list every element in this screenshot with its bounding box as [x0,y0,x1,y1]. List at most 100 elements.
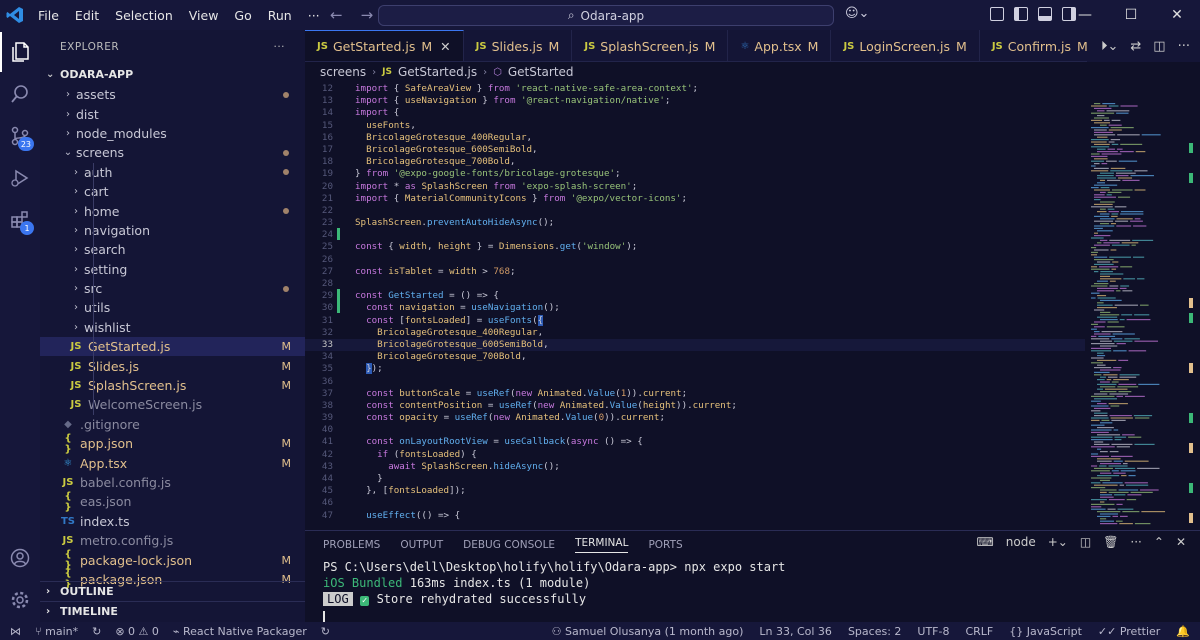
run-icon[interactable]: ⏵⌄ [1101,39,1118,54]
tree-folder[interactable]: › node_modules [40,124,305,143]
menu-run[interactable]: Run [260,8,300,23]
editor-tab[interactable]: ⚛ App.tsx M [728,30,832,61]
editor-tab[interactable]: JS Slides.js M [464,30,573,61]
menu-edit[interactable]: Edit [67,8,107,23]
prettier-status[interactable]: ✓✓ Prettier [1098,625,1160,638]
run-debug-icon[interactable] [0,158,40,198]
tab-terminal[interactable]: TERMINAL [575,537,629,553]
restore-icon[interactable]: ☐ [1108,0,1154,30]
editor-tab[interactable]: JS SplashScreen.js M [572,30,729,61]
remote-icon[interactable]: ⋈ [10,625,21,638]
tree-item-label: GetStarted.js [88,339,171,355]
breadcrumb-folder[interactable]: screens [320,65,366,79]
tree-folder[interactable]: › dist [40,104,305,123]
notifications-bell-icon[interactable]: 🔔 [1176,625,1190,638]
editor-tab[interactable]: JS GetStarted.js M ✕ [305,30,464,61]
copilot-icon[interactable]: ☺⌄ [845,6,869,21]
menu-view[interactable]: View [181,8,227,23]
tree-file[interactable]: JS Slides.js M [40,356,305,376]
toggle-sidebar-icon[interactable] [1014,7,1028,21]
packager-status[interactable]: ⌁ React Native Packager [173,625,307,638]
tree-file[interactable]: JS babel.config.js [40,473,305,492]
close-icon[interactable]: ✕ [1154,0,1200,30]
compare-changes-icon[interactable]: ⇄ [1130,39,1141,54]
minimap-line [1101,419,1110,421]
code-editor[interactable]: 12 import { SafeAreaView } from 'react-na… [305,83,1085,530]
more-actions-icon[interactable]: ··· [1178,39,1190,54]
customize-layout-icon[interactable] [990,7,1004,21]
tab-ports[interactable]: PORTS [648,539,682,551]
minimize-icon[interactable]: — [1062,0,1108,30]
split-terminal-icon[interactable]: ◫ [1080,535,1091,549]
command-center-search[interactable]: ⌕ Odara-app [378,5,834,26]
tree-file[interactable]: JS GetStarted.js M [40,337,305,357]
sync-icon[interactable]: ↻ [321,625,330,638]
breadcrumb-file[interactable]: GetStarted.js [398,65,477,79]
minimap-line [1094,371,1110,373]
tab-problems[interactable]: PROBLEMS [323,539,380,551]
menu-selection[interactable]: Selection [107,8,181,23]
tree-folder[interactable]: › navigation [40,220,305,241]
problems-indicator[interactable]: ⊗ 0 ⚠ 0 [115,625,159,638]
tab-output[interactable]: OUTPUT [400,539,443,551]
tree-file[interactable]: { } package-lock.json M [40,549,305,571]
outline-section[interactable]: › OUTLINE [40,581,305,601]
git-blame[interactable]: ⚇ Samuel Olusanya (1 month ago) [552,625,744,638]
source-control-icon[interactable]: 23 [0,116,40,156]
tree-folder[interactable]: › home [40,201,305,221]
tree-file[interactable]: { } app.json M [40,433,305,455]
line-ending[interactable]: CRLF [965,625,993,638]
tab-debug-console[interactable]: DEBUG CONSOLE [463,539,555,551]
menu-go[interactable]: Go [226,8,259,23]
tree-file[interactable]: { } eas.json [40,491,305,513]
tree-folder[interactable]: ⌄ screens [40,143,305,162]
tree-file[interactable]: ⚛ App.tsx M [40,453,305,472]
more-menu-icon[interactable]: ··· [300,8,328,23]
tree-folder[interactable]: › search [40,240,305,260]
editor-tab[interactable]: JS LoginScreen.js M [831,30,980,61]
explorer-more-icon[interactable]: ··· [273,41,285,53]
encoding[interactable]: UTF-8 [917,625,949,638]
tree-folder[interactable]: › utils [40,298,305,318]
tree-folder[interactable]: ›src [40,278,305,299]
language-mode[interactable]: {} JavaScript [1009,625,1082,638]
cursor-position[interactable]: Ln 33, Col 36 [759,625,832,638]
split-editor-icon[interactable]: ◫ [1153,39,1165,54]
editor-scrollbar[interactable] [1186,83,1200,530]
tree-file[interactable]: ◆ .gitignore [40,415,305,434]
tree-folder[interactable]: › cart [40,181,305,202]
back-arrow-icon[interactable]: ← [330,6,343,24]
sync-icon[interactable]: ↻ [92,625,101,638]
tree-file[interactable]: JS WelcomeScreen.js [40,395,305,415]
tree-folder[interactable]: › wishlist [40,317,305,338]
tree-file[interactable]: JS metro.config.js [40,531,305,550]
tree-folder[interactable]: › setting [40,259,305,279]
project-header[interactable]: ⌄ ODARA-APP [40,63,305,85]
editor-tab[interactable]: JS Confirm.js M [980,30,1101,61]
new-terminal-plus-icon[interactable]: +⌄ [1048,535,1068,549]
close-tab-icon[interactable]: ✕ [440,39,450,54]
indentation[interactable]: Spaces: 2 [848,625,901,638]
search-icon[interactable] [0,74,40,114]
account-icon[interactable] [0,538,40,578]
tree-file[interactable]: JS SplashScreen.js M [40,375,305,396]
minimap[interactable] [1087,83,1187,530]
breadcrumb-symbol[interactable]: GetStarted [508,65,574,79]
more-actions-icon[interactable]: ··· [1130,535,1141,549]
manage-gear-icon[interactable] [0,580,40,620]
tree-folder[interactable]: › assets [40,85,305,104]
explorer-icon[interactable] [0,32,40,72]
git-branch[interactable]: ⑂ main* [35,625,78,638]
forward-arrow-icon[interactable]: → [361,6,374,24]
maximize-panel-icon[interactable]: ⌃ [1154,535,1164,549]
menu-file[interactable]: File [30,8,67,23]
terminal-output[interactable]: PS C:\Users\dell\Desktop\holify\holify\O… [323,559,785,625]
timeline-section[interactable]: › TIMELINE [40,601,305,621]
tree-folder[interactable]: › auth [40,162,305,182]
toggle-panel-icon[interactable] [1038,7,1052,21]
extensions-icon[interactable]: 1 [0,200,40,240]
kill-terminal-trash-icon[interactable]: 🗑 [1103,535,1118,549]
terminal-name[interactable]: node [1006,535,1036,549]
tree-file[interactable]: TS index.ts [40,512,305,531]
close-panel-icon[interactable]: ✕ [1176,535,1186,549]
